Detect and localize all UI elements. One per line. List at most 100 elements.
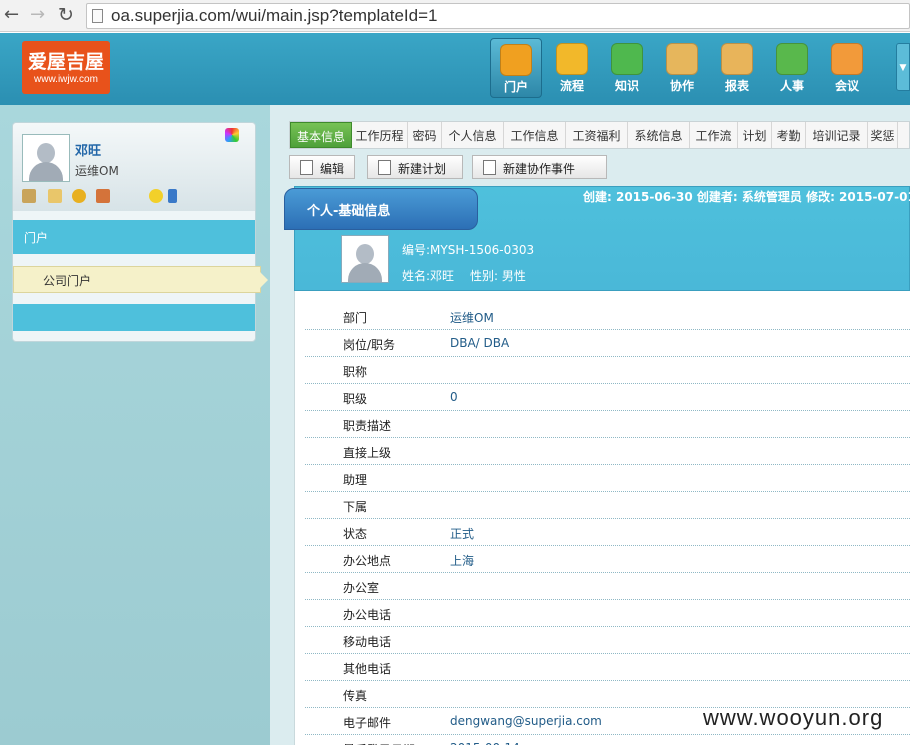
- top-nav-item[interactable]: 流程: [546, 38, 598, 98]
- tab[interactable]: 工作流: [690, 122, 738, 148]
- browser-toolbar: ← → ↻ oa.superjia.com/wui/main.jsp?templ…: [0, 0, 910, 32]
- tab[interactable]: 计划: [738, 122, 772, 148]
- table-row: 岗位/职务 DBA/ DBA: [305, 330, 910, 357]
- lock-icon[interactable]: [72, 189, 86, 203]
- tab[interactable]: 工作历程: [352, 122, 408, 148]
- tab[interactable]: 奖惩: [868, 122, 898, 148]
- tab[interactable]: 培训记录: [806, 122, 868, 148]
- logo[interactable]: 爱屋吉屋 www.iwjw.com: [22, 41, 110, 94]
- table-row: 职称: [305, 357, 910, 384]
- top-nav-label: 会议: [834, 79, 859, 93]
- user-name[interactable]: 邓旺: [75, 140, 101, 159]
- profile-card: 邓旺 运维OM 门户 公司门户: [12, 122, 268, 342]
- id-card-icon: [776, 43, 808, 75]
- top-nav-item[interactable]: 会议: [821, 38, 873, 98]
- phone-icon: [831, 43, 863, 75]
- field-label: 职级: [343, 392, 368, 406]
- panel-title: 个人-基础信息: [284, 188, 478, 230]
- user-department: 运维OM: [75, 164, 119, 178]
- logo-url: www.iwjw.com: [34, 74, 98, 85]
- forward-arrow-icon[interactable]: →: [30, 6, 45, 24]
- table-row: 职级 0: [305, 384, 910, 411]
- top-nav-label: 知识: [614, 79, 639, 93]
- edit-icon: [300, 160, 313, 175]
- tab[interactable]: 密码: [408, 122, 442, 148]
- toolbar-button-label: 编辑: [320, 162, 345, 176]
- top-nav-item[interactable]: 知识: [601, 38, 653, 98]
- new-document-icon: [483, 160, 496, 175]
- record-meta: 创建: 2015-06-30 创建者: 系统管理员 修改: 2015-07-01…: [583, 190, 910, 204]
- field-value: 2015-00-14: [450, 741, 520, 745]
- app-header: 爱屋吉屋 www.iwjw.com 门户 流程 知识 协作 报表 人事 会议 ▼: [0, 33, 910, 105]
- logo-title: 爱屋吉屋: [27, 51, 104, 73]
- field-label: 部门: [343, 311, 368, 325]
- field-value: 0: [450, 390, 458, 404]
- clipboard-icon: [666, 43, 698, 75]
- toolbar-button[interactable]: 新建计划: [367, 155, 463, 179]
- top-nav-item[interactable]: 报表: [711, 38, 763, 98]
- theme-color-icon[interactable]: [225, 128, 239, 142]
- org-chart-icon[interactable]: [96, 189, 110, 203]
- tab[interactable]: 工资福利: [566, 122, 628, 148]
- field-value: DBA/ DBA: [450, 336, 510, 350]
- employee-name: 姓名:邓旺: [402, 269, 455, 283]
- smiley-icon[interactable]: [149, 189, 163, 203]
- sidebar-item-company-portal[interactable]: 公司门户: [13, 266, 268, 293]
- sidebar-menu-blank: [13, 304, 255, 331]
- info-table: 部门 运维OM 岗位/职务 DBA/ DBA 职称 职级 0 职责描述 直接上级 助理 下属 状态 正式…: [305, 303, 910, 745]
- field-value: 上海: [450, 554, 475, 568]
- sidebar: 邓旺 运维OM 门户 公司门户: [0, 105, 270, 745]
- field-label: 职称: [343, 365, 368, 379]
- address-bar[interactable]: oa.superjia.com/wui/main.jsp?templateId=…: [86, 3, 910, 29]
- avatar[interactable]: [22, 134, 70, 182]
- table-row: 移动电话: [305, 627, 910, 654]
- field-label: 办公电话: [343, 608, 392, 622]
- note-edit-icon[interactable]: [48, 189, 62, 203]
- table-row: 办公室: [305, 573, 910, 600]
- chevron-down-icon[interactable]: ▼: [896, 43, 910, 91]
- field-value[interactable]: dengwang@superjia.com: [450, 714, 602, 728]
- mobile-icon[interactable]: [168, 189, 177, 203]
- top-nav-label: 人事: [779, 79, 804, 93]
- tab[interactable]: 基本信息: [290, 122, 352, 148]
- avatar-head-shape: [37, 143, 55, 163]
- table-row: 直接上级: [305, 438, 910, 465]
- tab[interactable]: 考勤: [772, 122, 806, 148]
- back-arrow-icon[interactable]: ←: [4, 6, 19, 24]
- avatar-body-shape: [29, 162, 63, 181]
- field-label: 岗位/职务: [343, 338, 396, 352]
- table-row: 职责描述: [305, 411, 910, 438]
- top-nav-label: 报表: [724, 79, 749, 93]
- top-nav-label: 门户: [503, 80, 528, 94]
- field-value: 正式: [450, 527, 475, 541]
- top-nav-item[interactable]: 协作: [656, 38, 708, 98]
- tab[interactable]: 系统信息: [628, 122, 690, 148]
- field-value: 运维OM: [450, 311, 494, 325]
- top-nav-label: 协作: [669, 79, 694, 93]
- field-label: 最后登录日期: [343, 741, 415, 745]
- field-label: 移动电话: [343, 635, 392, 649]
- table-row: 其他电话: [305, 654, 910, 681]
- url-text[interactable]: oa.superjia.com/wui/main.jsp?templateId=…: [111, 6, 437, 26]
- toolbar-button[interactable]: 新建协作事件: [472, 155, 607, 179]
- page-icon: [92, 9, 103, 23]
- reload-icon[interactable]: ↻: [58, 6, 74, 25]
- database-icon: [611, 43, 643, 75]
- top-nav-item[interactable]: 人事: [766, 38, 818, 98]
- top-nav-item[interactable]: 门户: [490, 38, 542, 98]
- tab[interactable]: 工作信息: [504, 122, 566, 148]
- book-icon[interactable]: [22, 189, 36, 203]
- employee-gender: 性别: 男性: [470, 269, 526, 283]
- table-row: 部门 运维OM: [305, 303, 910, 330]
- table-row: 办公地点 上海: [305, 546, 910, 573]
- tab[interactable]: 个人信息: [442, 122, 504, 148]
- table-row: 最后登录日期 2015-00-14: [305, 735, 910, 745]
- field-label: 其他电话: [343, 662, 392, 676]
- field-label: 直接上级: [343, 446, 392, 460]
- employee-photo: [341, 235, 389, 283]
- toolbar-button[interactable]: 编辑: [289, 155, 355, 179]
- profile-header: 邓旺 运维OM: [13, 123, 255, 211]
- sidebar-menu-header[interactable]: 门户: [13, 220, 255, 254]
- table-row: 下属: [305, 492, 910, 519]
- tab-bar: 基本信息 工作历程 密码 个人信息 工作信息 工资福利 系统信息 工作流 计划 考勤 培训记录 奖惩: [289, 121, 910, 149]
